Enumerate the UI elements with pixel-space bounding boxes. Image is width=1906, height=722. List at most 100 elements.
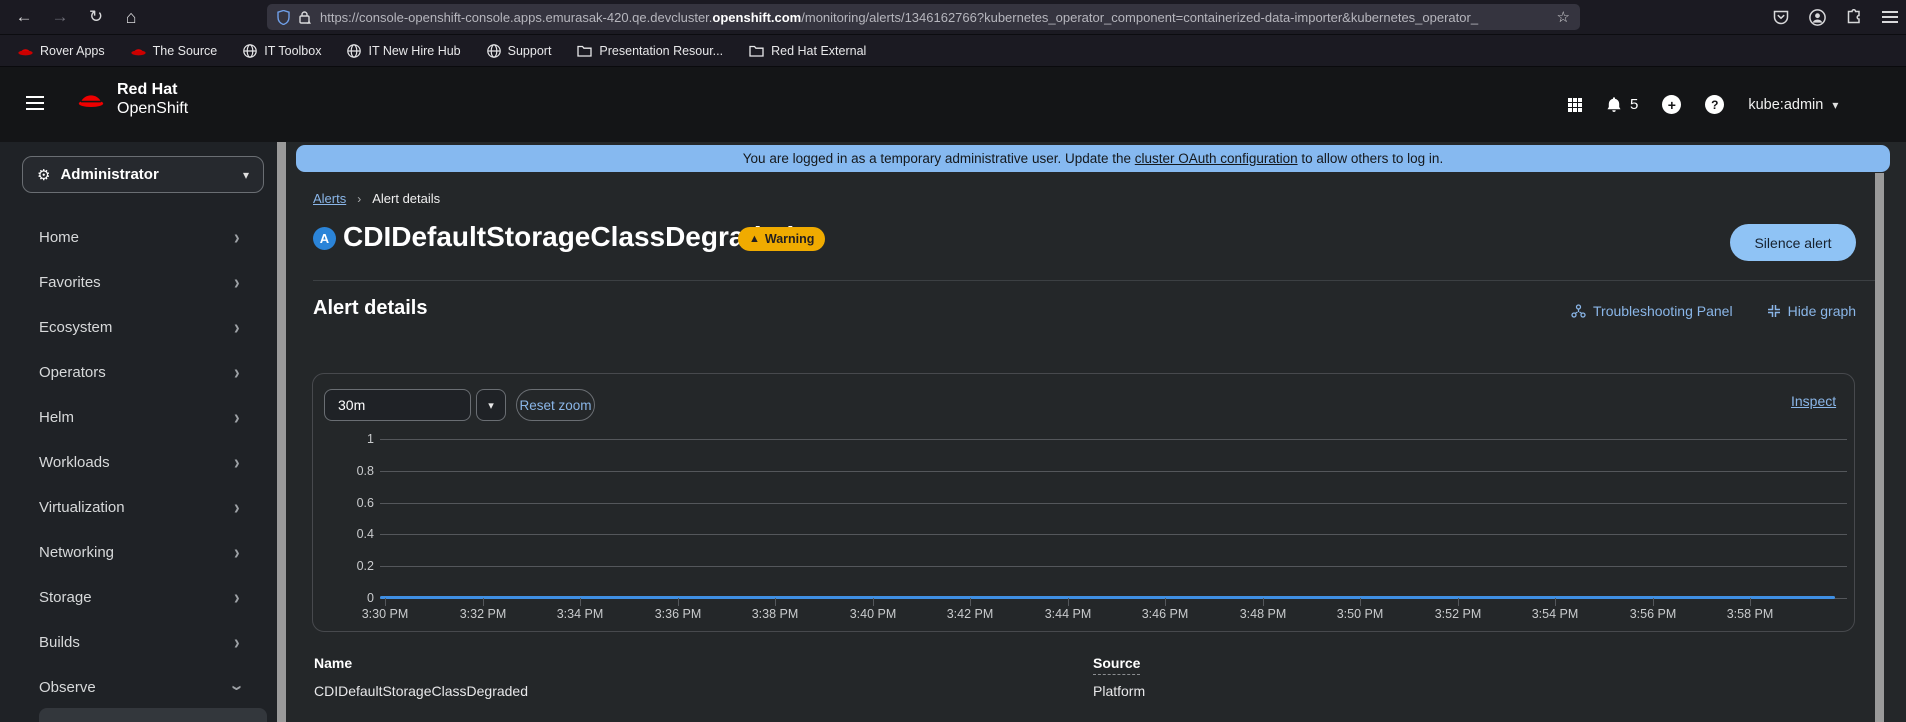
pocket-icon[interactable]: [1773, 10, 1789, 25]
x-tick-label: 3:40 PM: [849, 607, 897, 621]
alert-graph-card: 30m ▾ Reset zoom Inspect 1 0.8 0.6 0.4 0…: [312, 373, 1855, 632]
chevron-right-icon: ›: [234, 630, 240, 654]
y-tick-label: 0.4: [356, 527, 374, 541]
sidebar-item-home[interactable]: Home ›: [0, 215, 277, 260]
chevron-right-icon: ›: [234, 270, 240, 294]
perspective-switcher[interactable]: ⚙ Administrator ▾: [22, 156, 264, 193]
x-tick: [873, 598, 874, 606]
url-text: https://console-openshift-console.apps.e…: [320, 9, 1479, 25]
brand-line2: OpenShift: [117, 100, 189, 117]
x-tick-label: 3:46 PM: [1141, 607, 1189, 621]
x-tick-label: 3:44 PM: [1044, 607, 1092, 621]
sidebar-item-operators[interactable]: Operators ›: [0, 350, 277, 395]
lock-icon[interactable]: [298, 10, 312, 25]
bookmarks-bar: Rover Apps The Source IT Toolbox IT New …: [0, 34, 1906, 67]
bookmark-it-toolbox[interactable]: IT Toolbox: [243, 44, 321, 58]
app-launcher-icon[interactable]: [1568, 97, 1582, 112]
x-tick: [1068, 598, 1069, 606]
sidebar-item-favorites[interactable]: Favorites ›: [0, 260, 277, 305]
gridline: [380, 503, 1847, 504]
sidebar: ⚙ Administrator ▾ Home › Favorites › Ecosy…: [0, 142, 277, 722]
hide-graph-link[interactable]: Hide graph: [1767, 303, 1856, 319]
sidebar-item-ecosystem[interactable]: Ecosystem ›: [0, 305, 277, 350]
username: kube:admin: [1748, 96, 1824, 113]
folder-icon: [749, 45, 764, 57]
y-tick-label: 0.8: [356, 464, 374, 478]
topology-icon: [1571, 304, 1586, 318]
notification-count: 5: [1630, 96, 1639, 113]
chevron-down-icon: ▾: [242, 167, 249, 182]
globe-icon: [243, 43, 258, 58]
x-tick: [1165, 598, 1166, 606]
chevron-down-icon: ▾: [1832, 97, 1839, 112]
time-range-dropdown-button[interactable]: ▾: [476, 389, 506, 421]
x-tick: [1750, 598, 1751, 606]
help-icon[interactable]: ?: [1705, 95, 1725, 114]
tracking-shield-icon[interactable]: [277, 9, 290, 25]
x-tick: [1555, 598, 1556, 606]
browser-menu-icon[interactable]: [1882, 11, 1898, 23]
x-tick-label: 3:36 PM: [654, 607, 702, 621]
home-icon[interactable]: ⌂: [119, 0, 143, 34]
sidebar-item-storage[interactable]: Storage ›: [0, 575, 277, 620]
gridline: [380, 534, 1847, 535]
forward-icon[interactable]: →: [48, 0, 72, 34]
sidebar-item-observe[interactable]: Observe ›: [0, 665, 277, 710]
sidebar-subitem-active[interactable]: [39, 708, 267, 722]
url-bar[interactable]: https://console-openshift-console.apps.e…: [267, 4, 1580, 30]
bookmark-presentation-resources[interactable]: Presentation Resour...: [577, 44, 723, 58]
nav-toggle-icon[interactable]: [26, 96, 44, 110]
back-icon[interactable]: ←: [12, 0, 36, 34]
y-tick-label: 1: [367, 432, 374, 446]
extensions-icon[interactable]: [1846, 9, 1862, 25]
y-tick-label: 0: [367, 591, 374, 605]
sidebar-item-networking[interactable]: Networking ›: [0, 530, 277, 575]
perspective-label: Administrator: [60, 166, 159, 183]
import-yaml-icon[interactable]: +: [1662, 95, 1682, 114]
silence-alert-button[interactable]: Silence alert: [1730, 224, 1856, 261]
warning-badge: ▲ Warning: [738, 227, 826, 251]
chevron-right-icon: ›: [234, 585, 240, 609]
bookmark-red-hat-external[interactable]: Red Hat External: [749, 44, 866, 58]
x-tick: [580, 598, 581, 606]
bookmark-the-source[interactable]: The Source: [131, 44, 217, 58]
x-tick: [678, 598, 679, 606]
bookmark-it-new-hire-hub[interactable]: IT New Hire Hub: [347, 44, 461, 58]
x-tick-label: 3:58 PM: [1726, 607, 1774, 621]
sidebar-scrollbar[interactable]: [277, 142, 286, 722]
sidebar-item-helm[interactable]: Helm ›: [0, 395, 277, 440]
x-tick-label: 3:42 PM: [946, 607, 994, 621]
section-links: Troubleshooting Panel Hide graph: [1571, 303, 1856, 319]
login-banner: You are logged in as a temporary adminis…: [296, 145, 1890, 172]
inspect-link[interactable]: Inspect: [1791, 393, 1836, 409]
x-tick: [1263, 598, 1264, 606]
bookmark-rover-apps[interactable]: Rover Apps: [18, 44, 105, 58]
x-tick: [775, 598, 776, 606]
notifications[interactable]: 5: [1606, 96, 1638, 113]
bookmark-support[interactable]: Support: [486, 43, 551, 58]
user-menu[interactable]: kube:admin ▾: [1748, 97, 1838, 113]
account-icon[interactable]: [1809, 8, 1826, 26]
x-tick-label: 3:30 PM: [361, 607, 409, 621]
browser-actions: [1773, 0, 1898, 34]
troubleshooting-panel-link[interactable]: Troubleshooting Panel: [1571, 303, 1733, 319]
divider: [313, 280, 1875, 281]
oauth-config-link[interactable]: cluster OAuth configuration: [1135, 151, 1298, 166]
sidebar-item-builds[interactable]: Builds ›: [0, 620, 277, 665]
redhat-fedora-icon: [78, 94, 104, 107]
reset-zoom-button[interactable]: Reset zoom: [516, 389, 595, 421]
gridline: [380, 439, 1847, 440]
breadcrumb-alerts-link[interactable]: Alerts: [313, 191, 346, 206]
chevron-right-icon: ›: [234, 315, 240, 339]
time-range-input[interactable]: 30m: [324, 389, 471, 421]
chevron-right-icon: ›: [234, 405, 240, 429]
bookmark-star-icon[interactable]: ☆: [1557, 8, 1570, 26]
sidebar-item-virtualization[interactable]: Virtualization ›: [0, 485, 277, 530]
page-scrollbar[interactable]: [1875, 173, 1884, 722]
globe-icon: [486, 43, 501, 58]
sidebar-item-workloads[interactable]: Workloads ›: [0, 440, 277, 485]
reload-icon[interactable]: ↻: [84, 0, 108, 34]
name-field-label: Name: [314, 655, 353, 671]
chevron-down-icon: ›: [226, 684, 249, 691]
main-content: You are logged in as a temporary adminis…: [286, 142, 1906, 722]
